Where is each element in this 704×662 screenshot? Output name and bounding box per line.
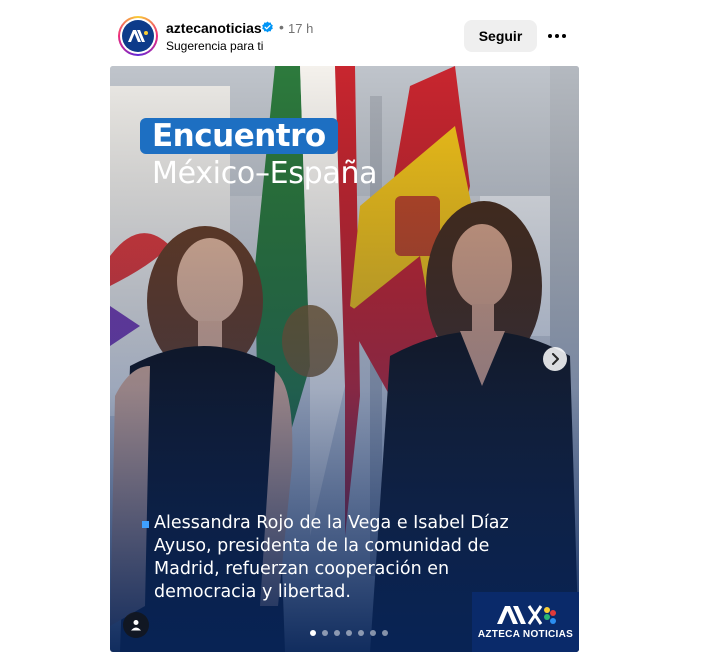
username[interactable]: aztecanoticias bbox=[166, 20, 262, 36]
brand-text: AZTECA NOTICIAS bbox=[477, 629, 574, 640]
azteca-brand-logo-icon bbox=[496, 605, 556, 625]
headline-highlight: Encuentro bbox=[140, 118, 338, 154]
azteca-logo-icon bbox=[122, 20, 154, 52]
separator-dot: • bbox=[279, 19, 284, 35]
chevron-right-icon[interactable] bbox=[543, 347, 567, 371]
suggestion-label: Sugerencia para ti bbox=[166, 39, 264, 53]
carousel-dot bbox=[358, 630, 364, 636]
brand-watermark: AZTECA NOTICIAS bbox=[472, 592, 579, 652]
post-media[interactable]: Encuentro México–España Alessandra Rojo … bbox=[110, 66, 579, 652]
post-header: aztecanoticias • 17 h Sugerencia para ti… bbox=[118, 14, 578, 58]
carousel-dot bbox=[370, 630, 376, 636]
caption-bullet bbox=[142, 521, 149, 528]
more-options-icon[interactable] bbox=[546, 26, 568, 46]
headline-secondary: México–España bbox=[152, 156, 378, 191]
carousel-dot bbox=[382, 630, 388, 636]
verified-badge-icon bbox=[262, 21, 273, 33]
carousel-indicators bbox=[310, 630, 388, 636]
media-caption: Alessandra Rojo de la Vega e Isabel Díaz… bbox=[154, 513, 509, 602]
carousel-dot bbox=[346, 630, 352, 636]
follow-button[interactable]: Seguir bbox=[464, 20, 537, 52]
headline-primary: Encuentro bbox=[152, 118, 326, 154]
carousel-dot bbox=[322, 630, 328, 636]
user-tag-icon[interactable] bbox=[123, 612, 149, 638]
post-time[interactable]: 17 h bbox=[288, 21, 313, 36]
carousel-dot bbox=[334, 630, 340, 636]
carousel-dot bbox=[310, 630, 316, 636]
avatar[interactable] bbox=[118, 16, 158, 56]
